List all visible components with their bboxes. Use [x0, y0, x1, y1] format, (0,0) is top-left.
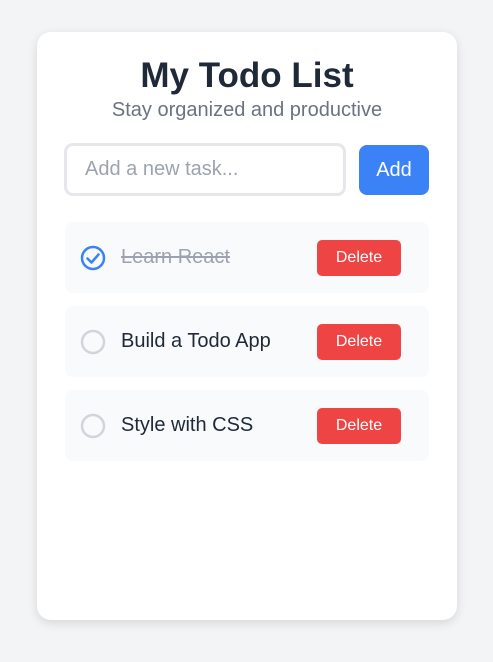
todo-item: Style with CSS Delete — [65, 390, 429, 461]
todo-text: Build a Todo App — [121, 330, 271, 352]
page-title: My Todo List — [140, 56, 354, 95]
todo-item: Learn React Delete — [65, 222, 429, 293]
todo-card: My Todo List Stay organized and producti… — [37, 32, 457, 620]
delete-button[interactable]: Delete — [317, 324, 401, 360]
check-circle-icon[interactable] — [80, 245, 106, 271]
todo-list: Learn React Delete Build a Todo App Dele… — [65, 222, 429, 474]
empty-circle-icon[interactable] — [80, 413, 106, 439]
todo-item: Build a Todo App Delete — [65, 306, 429, 377]
todo-text: Learn React — [121, 246, 230, 268]
todo-text: Style with CSS — [121, 414, 254, 436]
delete-button[interactable]: Delete — [317, 240, 401, 276]
new-task-input[interactable] — [64, 143, 346, 196]
empty-circle-icon[interactable] — [80, 329, 106, 355]
add-task-button[interactable]: Add — [359, 145, 429, 195]
delete-button[interactable]: Delete — [317, 408, 401, 444]
page-subtitle: Stay organized and productive — [111, 99, 383, 121]
